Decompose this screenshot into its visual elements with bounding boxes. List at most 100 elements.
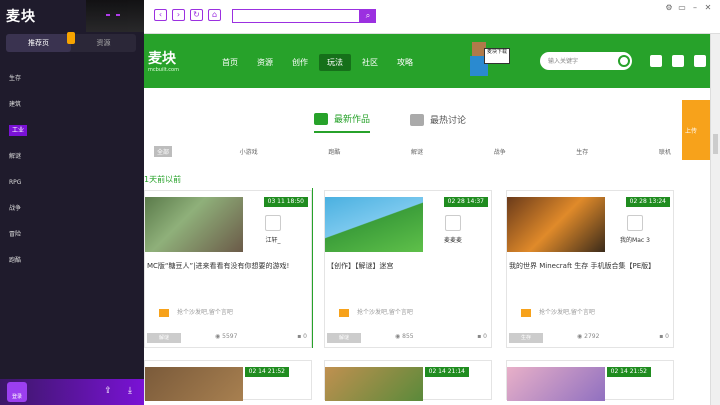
feed-tabs: 最新作品 最热讨论 [314, 112, 506, 133]
download-icon[interactable]: ⤓ [124, 385, 136, 397]
section-label: 1天前以前 [144, 175, 182, 184]
card-tag[interactable]: 生存 [509, 333, 543, 343]
sidebar-item-label: 跑酷 [9, 257, 22, 264]
card-comment-prompt[interactable]: 抢个沙发吧,留个言吧 [521, 307, 595, 317]
work-card[interactable]: 02 28 14:37 麦麦麦 【创作】【解谜】迷宫 抢个沙发吧,留个言吧 解谜… [324, 190, 492, 348]
card-time: 02 14 21:52 [244, 367, 289, 377]
work-card[interactable]: 02 14 21:52 [144, 360, 312, 401]
card-thumbnail [145, 367, 243, 401]
sidebar-tab-resources[interactable]: 资源 [71, 34, 136, 52]
nav-gameplay[interactable]: 玩法 [319, 54, 351, 71]
card-thumbnail [325, 367, 423, 401]
card-comments: ▪ 0 [477, 333, 487, 340]
sidebar-item-war[interactable]: 战争 [0, 196, 144, 222]
sidebar-bottom-bar: 登录 ⇪ ⤓ [0, 379, 144, 405]
nav-create[interactable]: 创作 [284, 54, 316, 71]
sidebar-item-label: RPG [9, 179, 22, 186]
sidebar-item-label: 冒险 [9, 231, 22, 238]
card-comment-prompt[interactable]: 抢个沙发吧,留个言吧 [159, 307, 233, 317]
card-author[interactable]: 麦麦麦 [425, 235, 481, 244]
comment-text: 抢个沙发吧,留个言吧 [177, 309, 233, 316]
sidebar-item-adventure[interactable]: 冒险 [0, 222, 144, 248]
work-card[interactable]: 03 11 18:50 江轩_ MC版“糖豆人”|进来看看有没有你想要的游戏! … [144, 190, 312, 348]
card-time: 03 11 18:50 [263, 197, 308, 207]
avatar [445, 215, 461, 231]
category-puzzle[interactable]: 解谜 [408, 146, 426, 157]
card-comment-prompt[interactable]: 抢个沙发吧,留个言吧 [339, 307, 413, 317]
login-button[interactable]: 登录 [7, 382, 27, 402]
scrollbar[interactable] [710, 34, 720, 405]
torch-icon [67, 32, 75, 44]
card-title[interactable]: MC版“糖豆人”|进来看看有没有你想要的游戏! [147, 261, 309, 272]
work-card[interactable]: 02 28 13:24 我的Mac 3 我的世界 Minecraft 生存 手机… [506, 190, 674, 348]
work-card[interactable]: 02 14 21:14 [324, 360, 492, 401]
nav-community[interactable]: 社区 [354, 54, 386, 71]
mascot-image: 麦块下载 [462, 42, 510, 84]
comment-count: 0 [665, 333, 669, 340]
comment-count: 0 [483, 333, 487, 340]
category-online[interactable]: 联机 [656, 146, 674, 157]
nav-resources[interactable]: 资源 [249, 54, 281, 71]
close-icon[interactable]: ✕ [703, 3, 713, 12]
card-title[interactable]: 【创作】【解谜】迷宫 [327, 261, 489, 272]
work-card[interactable]: 02 14 21:52 [506, 360, 674, 401]
upload-side-button[interactable]: 上传 [682, 100, 710, 160]
avatar [627, 215, 643, 231]
category-war[interactable]: 战争 [491, 146, 509, 157]
upload-icon[interactable] [672, 55, 684, 67]
sidebar-item-label: 生存 [9, 75, 22, 82]
card-views: ◉ 2792 [577, 333, 599, 340]
site-header: 麦块 mcbuilt.com 首页 资源 创作 玩法 社区 攻略 麦块下载 输入… [144, 34, 710, 88]
share-icon[interactable]: ⇪ [102, 385, 114, 397]
card-tag[interactable]: 解谜 [147, 333, 181, 343]
sidebar-item-label: 建筑 [9, 101, 22, 108]
category-parkour[interactable]: 跑酷 [325, 146, 343, 157]
card-comments: ▪ 0 [297, 333, 307, 340]
card-views: ◉ 855 [395, 333, 414, 340]
scrollbar-thumb[interactable] [713, 134, 718, 154]
feedback-icon[interactable]: ▭ [677, 3, 687, 12]
address-input[interactable] [232, 9, 360, 23]
category-minigame[interactable]: 小游戏 [237, 146, 261, 157]
home-button[interactable]: ⌂ [208, 9, 221, 21]
card-title[interactable]: 我的世界 Minecraft 生存 手机版合集【PE版】 [509, 261, 671, 272]
tab-hot-discussion[interactable]: 最热讨论 [410, 112, 466, 133]
forward-button[interactable]: › [172, 9, 185, 21]
menu-icon[interactable] [694, 55, 706, 67]
sidebar-item-building[interactable]: 建筑 [0, 92, 144, 118]
refresh-button[interactable]: ↻ [190, 9, 203, 21]
sidebar-tab-recommend[interactable]: 推荐页 [6, 34, 71, 52]
card-time: 02 28 13:24 [625, 197, 670, 207]
card-tag[interactable]: 解谜 [327, 333, 361, 343]
nav-home[interactable]: 首页 [214, 54, 246, 71]
settings-icon[interactable]: ⚙ [664, 3, 674, 12]
card-time: 02 28 14:37 [443, 197, 488, 207]
category-all[interactable]: 全部 [154, 146, 173, 157]
sidebar-item-survival[interactable]: 生存 [0, 66, 144, 92]
back-button[interactable]: ‹ [154, 9, 167, 21]
nav-guides[interactable]: 攻略 [389, 54, 421, 71]
sidebar-item-label: 工业 [9, 125, 28, 136]
app-window: 麦块 推荐页 资源 生存 建筑 工业 解谜 RPG 战争 冒险 跑酷 登录 ⇪ … [0, 0, 720, 405]
sidebar-item-puzzle[interactable]: 解谜 [0, 144, 144, 170]
search-icon[interactable] [618, 55, 630, 67]
card-author[interactable]: 江轩_ [245, 235, 301, 244]
shirt-icon[interactable] [650, 55, 662, 67]
address-search-button[interactable]: ⌕ [360, 9, 376, 23]
sidebar-logo: 麦块 [6, 9, 36, 25]
comment-count: 0 [303, 333, 307, 340]
sidebar-item-industry[interactable]: 工业 [0, 118, 144, 144]
card-author[interactable]: 我的Mac 3 [607, 235, 663, 244]
chat-icon [410, 113, 425, 126]
minimize-icon[interactable]: – [690, 3, 700, 12]
card-comments: ▪ 0 [659, 333, 669, 340]
category-survival[interactable]: 生存 [573, 146, 591, 157]
views-count: 855 [402, 333, 414, 340]
main-nav: 首页 资源 创作 玩法 社区 攻略 [214, 54, 424, 71]
sidebar-item-rpg[interactable]: RPG [0, 170, 144, 196]
site-logo[interactable]: 麦块 [148, 48, 176, 68]
comment-text: 抢个沙发吧,留个言吧 [357, 309, 413, 316]
tab-latest-works[interactable]: 最新作品 [314, 112, 371, 133]
sidebar-item-parkour[interactable]: 跑酷 [0, 248, 144, 274]
download-sign[interactable]: 麦块下载 [484, 48, 510, 64]
